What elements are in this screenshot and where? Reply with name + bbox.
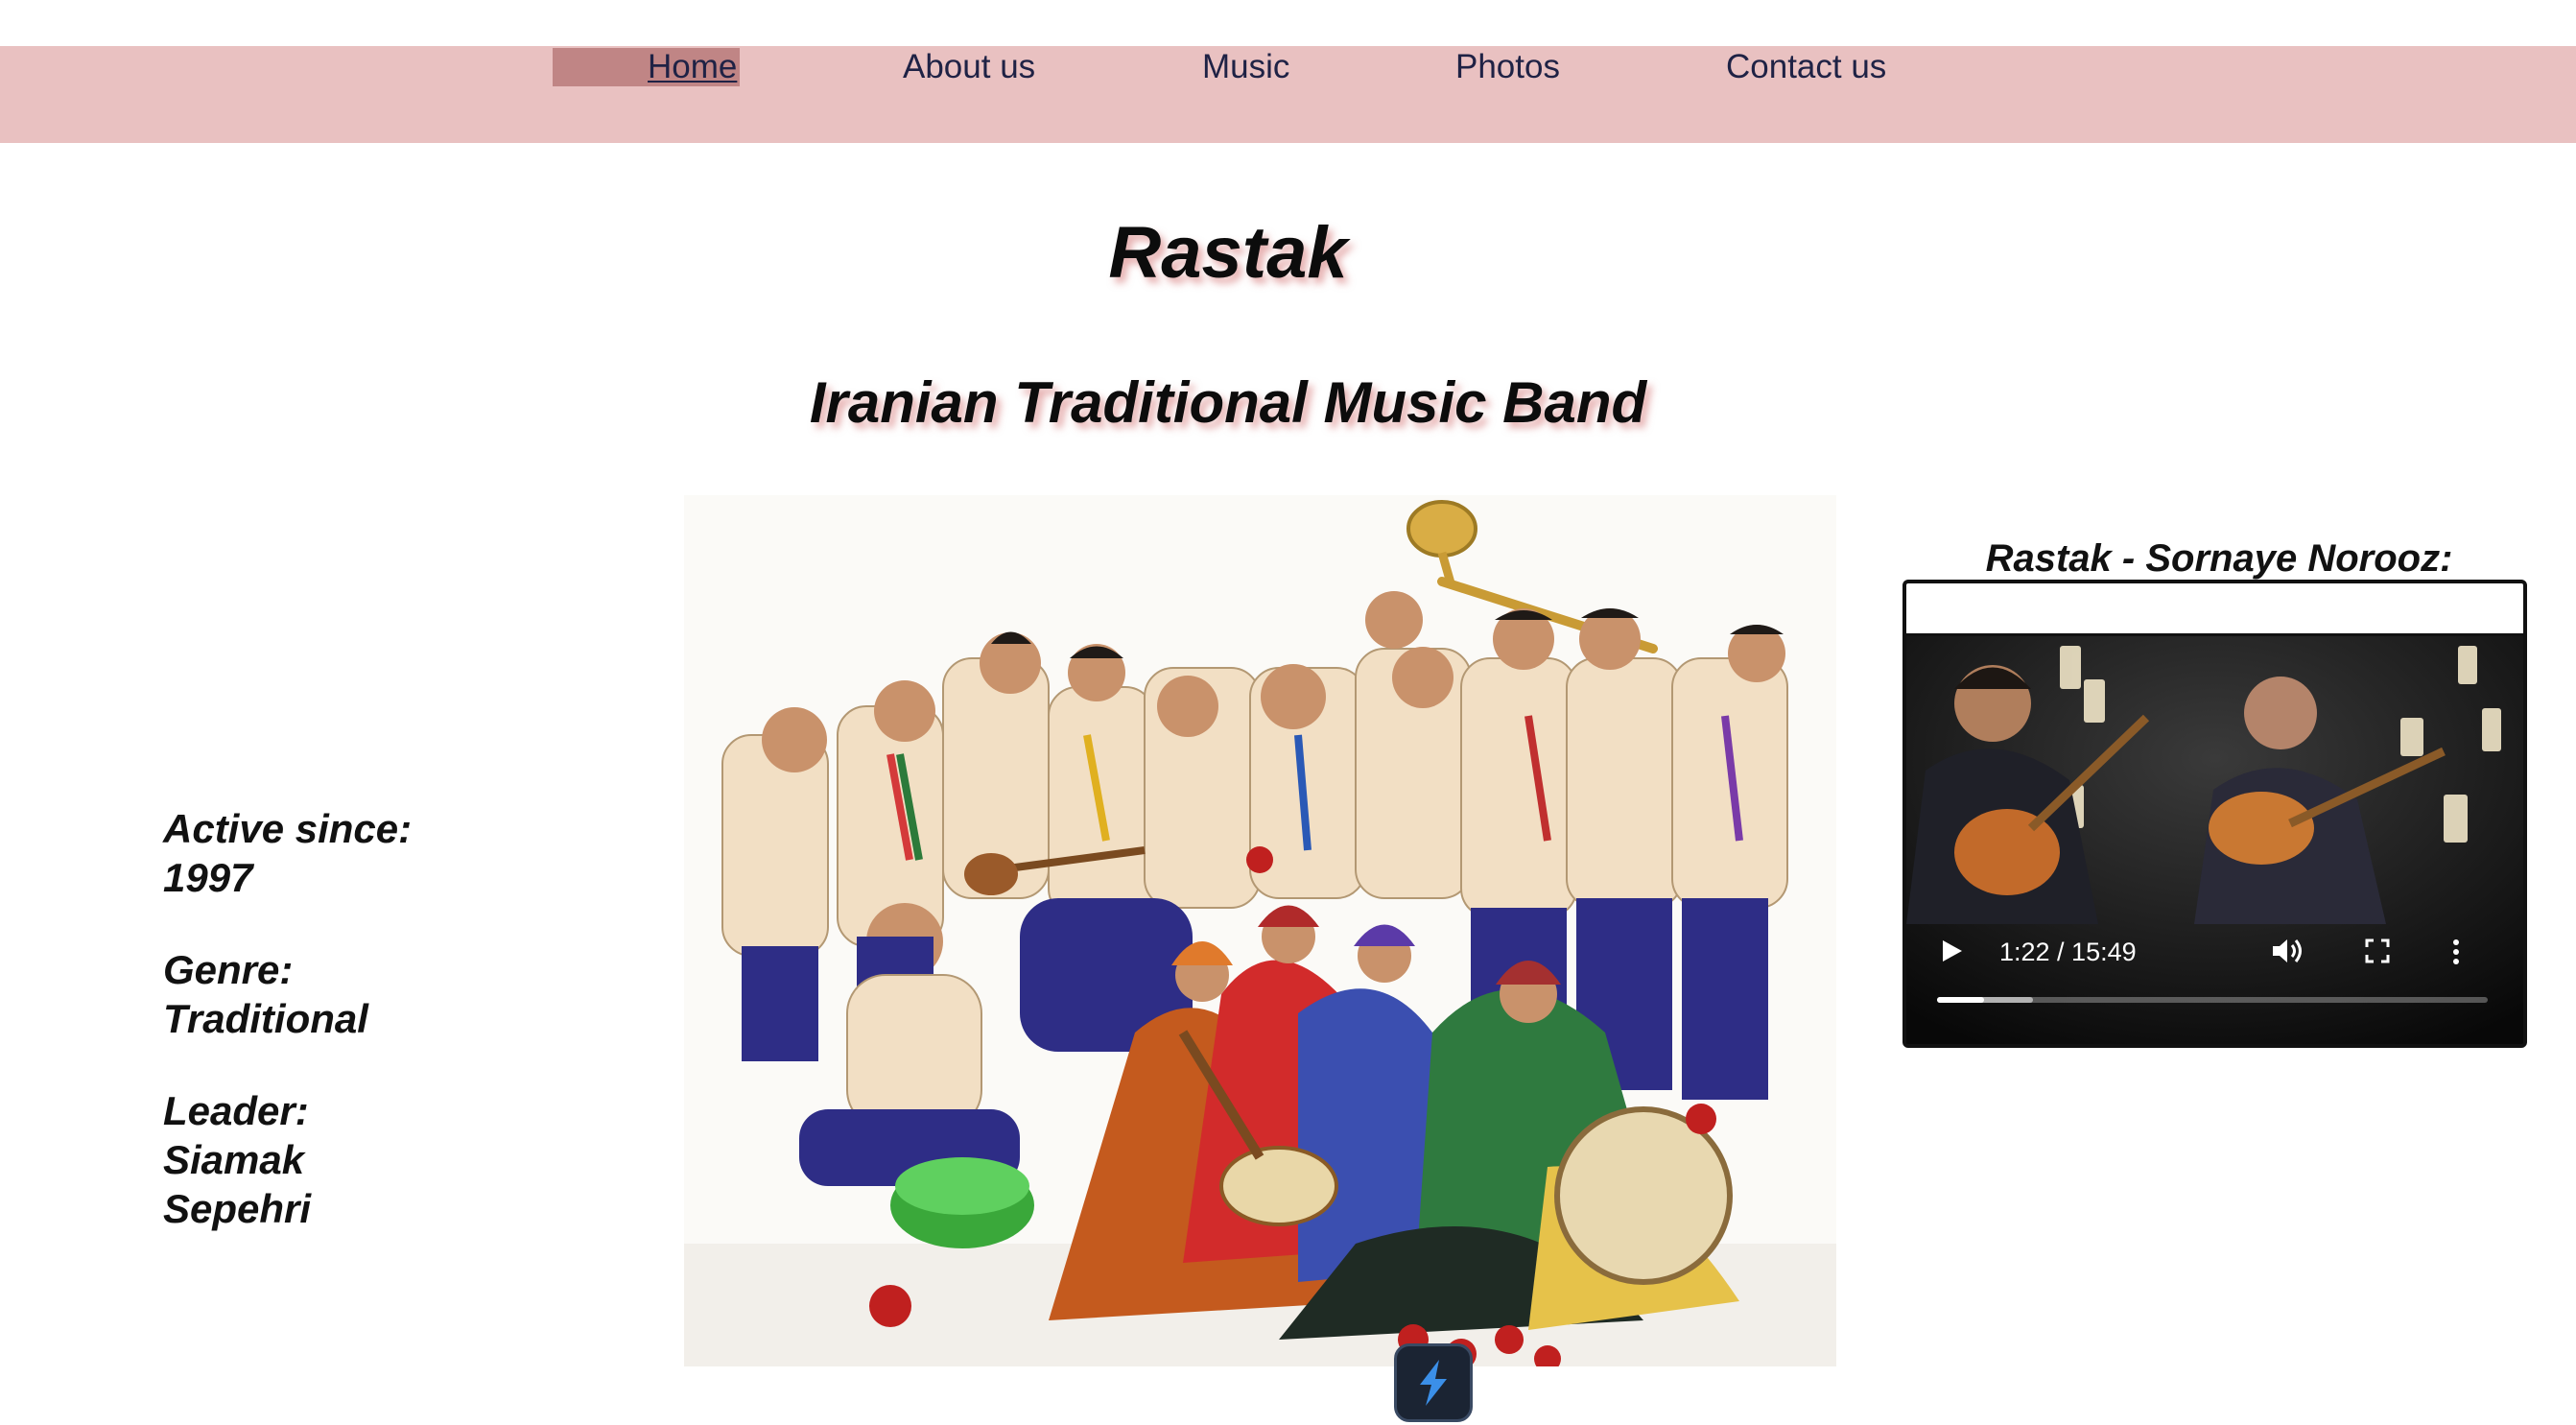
genre-text: Genre: Traditional (163, 947, 368, 1041)
nav-music-link[interactable]: Music (1202, 46, 1289, 88)
band-group-photo-icon (684, 495, 1836, 1366)
page-title: Rastak (1108, 212, 1348, 294)
more-options-icon[interactable] (2451, 938, 2461, 970)
nav-contact-link[interactable]: Contact us (1726, 46, 1886, 88)
band-photo (684, 495, 1836, 1366)
volume-icon[interactable] (2271, 936, 2305, 971)
play-icon[interactable] (1941, 938, 1964, 968)
video-progress-fill (1937, 997, 1984, 1003)
nav-about-link[interactable]: About us (903, 46, 1035, 88)
nav-home-link[interactable]: Home (648, 46, 737, 88)
band-info: Active since: 1997 Genre: Traditional Le… (163, 804, 451, 1276)
active-since-text: Active since: 1997 (163, 806, 413, 900)
nav-photos-link[interactable]: Photos (1455, 46, 1560, 88)
nav-home-label: Home (648, 48, 738, 85)
app-launcher-icon[interactable] (1394, 1343, 1473, 1422)
fullscreen-icon[interactable] (2365, 938, 2390, 968)
video-time: 1:22 / 15:49 (1999, 938, 2137, 966)
video-controls (1906, 910, 2523, 1044)
video-progress-bar[interactable] (1937, 997, 2488, 1003)
page-subtitle: Iranian Traditional Music Band (809, 370, 1647, 435)
video-caption: Rastak - Sornaye Norooz: (1985, 537, 2453, 580)
video-title-bar (1906, 583, 2523, 636)
leader-text: Leader: Siamak Sepehri (163, 1088, 312, 1231)
video-player[interactable]: 1:22 / 15:49 (1902, 580, 2527, 1048)
